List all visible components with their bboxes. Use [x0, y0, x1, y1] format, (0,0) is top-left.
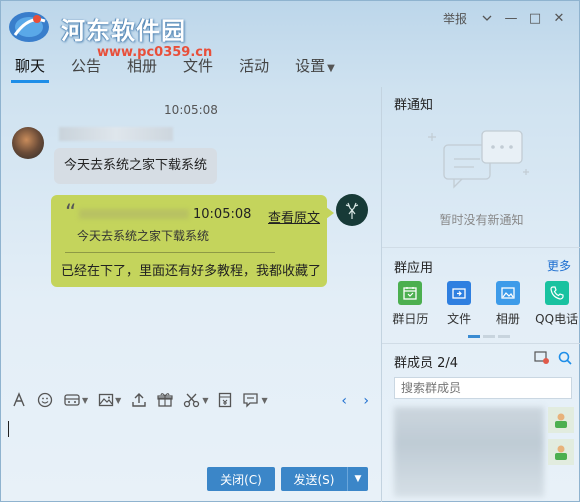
deer-icon — [345, 202, 359, 219]
app-qq-call[interactable]: QQ电话 — [532, 281, 580, 327]
send-button[interactable]: 发送(S) — [281, 467, 347, 491]
tab-album[interactable]: 相册 — [121, 53, 163, 83]
message-bubble-outgoing[interactable]: “ 10:05:08 查看原文 今天去系统之家下载系统 已经在下了，里面还有好多… — [51, 195, 334, 287]
watermark-site-name: 河东软件园 — [61, 17, 186, 45]
no-notice-text: 暂时没有新通知 — [439, 213, 524, 227]
text-cursor — [8, 421, 9, 437]
tab-label: 公告 — [71, 57, 102, 75]
emoji-icon[interactable] — [37, 392, 53, 408]
group-members-title: 群成员 2/4 — [394, 356, 459, 371]
chevron-down-icon: ▼ — [327, 63, 335, 74]
section-divider — [382, 343, 580, 344]
quote-divider — [65, 252, 275, 253]
apps-pager[interactable] — [468, 335, 510, 338]
chevron-down-icon: ▼ — [82, 395, 89, 405]
member-list-redacted — [394, 407, 544, 497]
gift-icon[interactable] — [157, 392, 173, 408]
apps-more-link[interactable]: 更多 — [547, 257, 571, 274]
send-options-dropdown[interactable]: ▼ — [347, 467, 368, 491]
image-icon[interactable]: ▼ — [98, 392, 121, 408]
chevron-down-icon: ▼ — [202, 395, 209, 405]
window-controls: 举报 — □ ✕ — [443, 9, 571, 27]
folder-icon — [447, 281, 472, 305]
title-bar: 河东软件园 www.pc0359.cn 举报 — □ ✕ — [1, 1, 579, 60]
message-bubble-incoming[interactable]: 今天去系统之家下载系统 — [54, 148, 218, 184]
group-apps-list: 群日历 文件 相册 QQ电话 — [386, 281, 580, 327]
app-label: 相册 — [495, 312, 520, 326]
app-album[interactable]: 相册 — [484, 281, 533, 327]
app-label: QQ电话 — [535, 312, 579, 326]
members-actions — [534, 351, 572, 365]
app-label: 文件 — [447, 312, 472, 326]
chevron-down-icon: ▼ — [261, 395, 268, 405]
message-text: 今天去系统之家下载系统 — [64, 158, 208, 173]
empty-notice-illustration-icon — [428, 130, 529, 189]
chat-message-area[interactable]: 10:05:08 今天去系统之家下载系统 “ 10:05:08 查看原文 今天去… — [1, 87, 381, 383]
member-search-input[interactable] — [394, 377, 572, 399]
message-history-icon[interactable]: ▼ — [242, 392, 268, 408]
tab-settings[interactable]: 设置 ▼ — [289, 53, 341, 83]
tab-label: 聊天 — [15, 57, 46, 75]
reply-text: 已经在下了，里面还有好多教程，我都收藏了 — [61, 264, 322, 279]
upload-file-icon[interactable] — [131, 392, 147, 408]
app-group-calendar[interactable]: 群日历 — [386, 281, 435, 327]
phone-icon — [544, 281, 569, 305]
member-avatar[interactable] — [548, 407, 574, 433]
group-notice-title: 群通知 — [394, 98, 434, 113]
group-apps-title: 群应用 — [394, 261, 434, 276]
screenshot-scissors-icon[interactable]: ▼ — [183, 392, 208, 408]
chevron-down-icon: ▼ — [115, 395, 122, 405]
font-icon[interactable] — [11, 392, 27, 408]
self-avatar[interactable] — [336, 194, 368, 226]
gif-icon[interactable]: ▼ — [63, 392, 88, 408]
search-icon[interactable] — [558, 351, 572, 365]
pager-dot[interactable] — [483, 335, 495, 338]
tab-chat[interactable]: 聊天 — [9, 53, 51, 83]
site-logo-icon — [9, 12, 49, 42]
tab-bar: 聊天 公告 相册 文件 活动 设置 ▼ — [9, 53, 355, 87]
sender-avatar[interactable] — [12, 127, 44, 159]
tab-label: 设置 — [295, 57, 326, 75]
member-avatar-column — [548, 407, 574, 465]
close-window-button[interactable]: ✕ — [547, 9, 571, 27]
app-label: 群日历 — [392, 312, 429, 326]
tab-label: 活动 — [239, 57, 270, 75]
dropdown-arrow-icon[interactable] — [475, 9, 499, 27]
qq-group-chat-window: 河东软件园 www.pc0359.cn 举报 — □ ✕ 聊天 公告 相册 文件… — [0, 0, 580, 502]
view-original-link[interactable]: 查看原文 — [268, 207, 320, 226]
message-input[interactable] — [1, 417, 381, 469]
right-panel: 群通知 暂时没有新通知 群应用 更多 群日历 文件 相册 QQ电话 群成员 2/… — [381, 87, 580, 502]
invite-member-icon[interactable] — [534, 351, 550, 365]
tab-label: 相册 — [127, 57, 158, 75]
message-timestamp: 10:05:08 — [164, 103, 218, 117]
minimize-button[interactable]: — — [499, 9, 523, 27]
tab-activity[interactable]: 活动 — [233, 53, 275, 83]
maximize-button[interactable]: □ — [523, 9, 547, 27]
app-files[interactable]: 文件 — [435, 281, 484, 327]
pager-dot[interactable] — [468, 335, 480, 338]
calendar-icon — [398, 281, 423, 305]
report-link[interactable]: 举报 — [443, 10, 467, 27]
red-packet-icon[interactable] — [218, 392, 232, 408]
quote-time: 10:05:08 — [193, 207, 252, 222]
close-button[interactable]: 关闭(C) — [207, 467, 275, 491]
section-divider — [382, 247, 580, 248]
sender-name-redacted — [59, 127, 173, 141]
tab-files[interactable]: 文件 — [177, 53, 219, 83]
tab-announcement[interactable]: 公告 — [65, 53, 107, 83]
toolbar-scroll-arrows[interactable]: ‹ › — [341, 393, 375, 409]
quoted-text: 今天去系统之家下载系统 — [77, 229, 210, 243]
quoted-sender-redacted — [79, 209, 189, 219]
quote-mark-icon: “ — [65, 201, 77, 226]
photo-icon — [495, 281, 520, 305]
input-toolbar: ▼ ▼ ▼ ▼ ‹ › — [1, 383, 381, 417]
member-avatar[interactable] — [548, 439, 574, 465]
tab-label: 文件 — [183, 57, 214, 75]
pager-dot[interactable] — [498, 335, 510, 338]
